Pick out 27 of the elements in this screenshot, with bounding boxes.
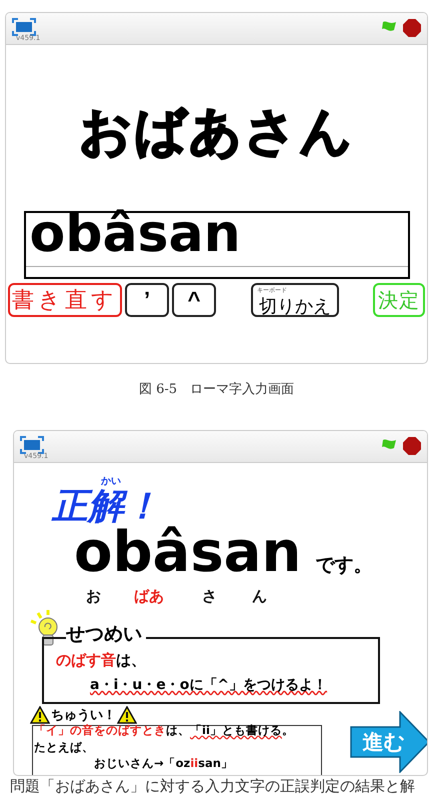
warning-text: たとえば、 [34, 741, 94, 756]
answer-word: obâsan [74, 525, 302, 581]
figure-caption: 問題「おばあさん」に対する入力文字の正誤判定の結果と解 [10, 777, 415, 794]
ruby-text: かい [101, 477, 121, 487]
warning-text: おじいさん→「oziisan」 [94, 757, 233, 772]
rewrite-button[interactable]: 書き直す [8, 283, 122, 317]
explanation-text: のばす音は、 [56, 651, 146, 671]
reading-text: さ [202, 587, 218, 606]
reading-text: お [86, 587, 102, 606]
fullscreen-icon[interactable] [12, 18, 36, 36]
answer-suffix: です。 [315, 553, 372, 578]
figure-caption: 図 6-5 ローマ字入力画面 [138, 381, 296, 398]
warning-title: ちゅうい！ [51, 707, 116, 724]
fullscreen-icon[interactable] [20, 436, 44, 454]
warning-text: 「イ」の音をのばすとき は、「ii」とも書ける。 [34, 724, 294, 739]
stop-icon[interactable] [403, 19, 421, 37]
stop-icon[interactable] [403, 437, 421, 455]
key-button[interactable]: ^ [172, 283, 216, 317]
warning-icon [30, 706, 50, 724]
explanation-text: a・i・u・e・oに「^」をつけるよ！ [90, 677, 328, 695]
prompt-word: おばあさん [79, 101, 354, 164]
answer-field[interactable]: obâsan [24, 211, 410, 279]
key-button[interactable]: ’ [125, 283, 169, 317]
result-heading: 正解！ [52, 487, 160, 527]
reading-text: ばあ [134, 587, 165, 606]
reading-text: ん [252, 587, 268, 606]
warning-icon [117, 706, 137, 724]
